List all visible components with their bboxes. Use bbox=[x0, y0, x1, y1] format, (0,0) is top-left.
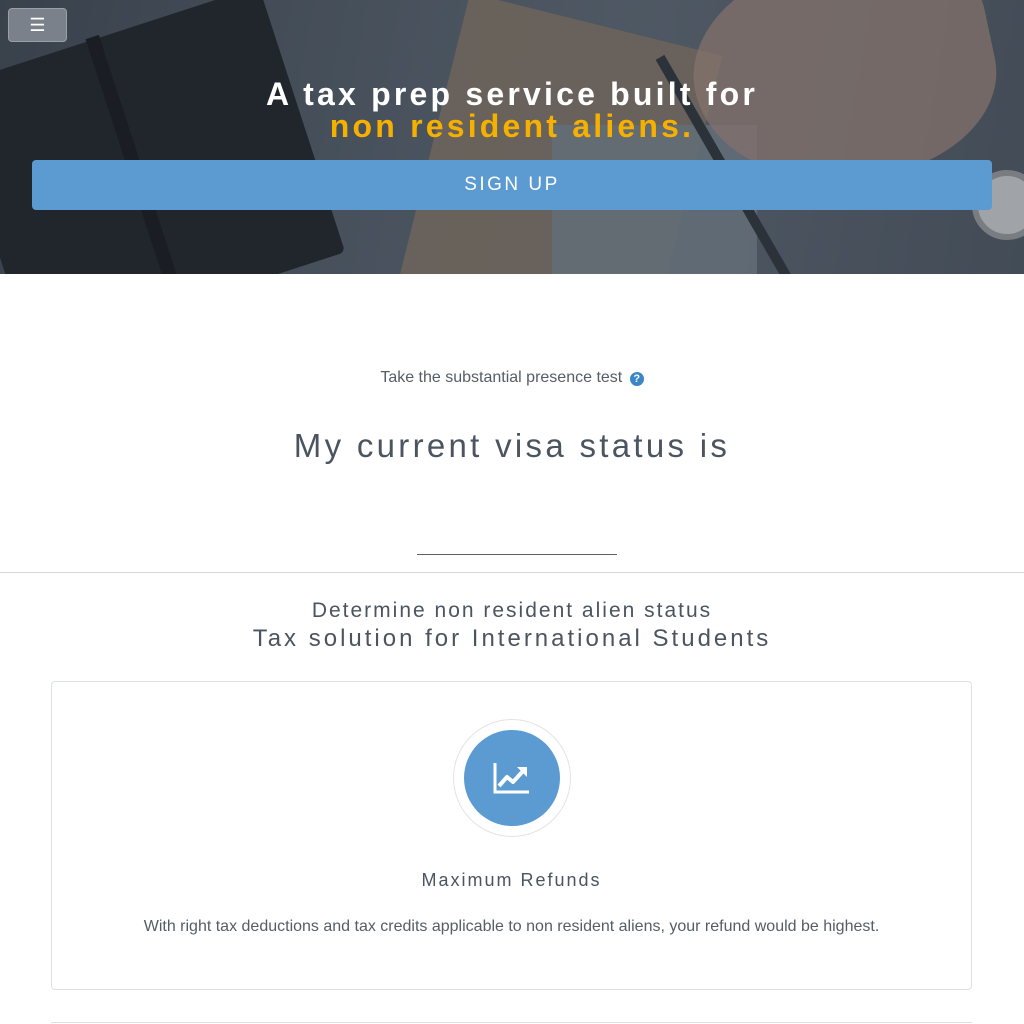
visa-status-section: Determine non resident alien status Take… bbox=[0, 274, 1024, 622]
hero-title: A tax prep service built for non residen… bbox=[0, 78, 1024, 142]
features-title: Tax solution for International Students bbox=[252, 625, 772, 652]
feature-icon-circle bbox=[464, 730, 560, 826]
hero-banner: ☰ A tax prep service built for non resid… bbox=[0, 0, 1024, 274]
hero-title-line1: A tax prep service built for bbox=[265, 76, 759, 112]
feature-icon-ring bbox=[453, 719, 571, 837]
visa-status-prompt: My current visa status is bbox=[293, 427, 731, 464]
chart-line-icon bbox=[493, 763, 529, 794]
substantial-presence-test-label: Take the substantial presence test bbox=[380, 369, 623, 386]
visa-status-input[interactable] bbox=[417, 554, 617, 555]
feature-description: With right tax deductions and tax credit… bbox=[143, 918, 880, 935]
substantial-presence-test: Take the substantial presence test ? bbox=[0, 369, 1024, 387]
features-section: Tax solution for International Students … bbox=[0, 573, 1024, 1024]
hero-title-accent: non resident aliens. bbox=[329, 108, 695, 144]
menu-toggle-button[interactable]: ☰ bbox=[8, 8, 67, 42]
signup-button[interactable]: SIGN UP bbox=[32, 160, 992, 210]
feature-name: Maximum Refunds bbox=[421, 870, 602, 890]
hamburger-icon: ☰ bbox=[29, 15, 46, 35]
feature-card-maximum-refunds: Maximum Refunds With right tax deduction… bbox=[51, 681, 972, 990]
question-circle-icon[interactable]: ? bbox=[629, 372, 644, 386]
